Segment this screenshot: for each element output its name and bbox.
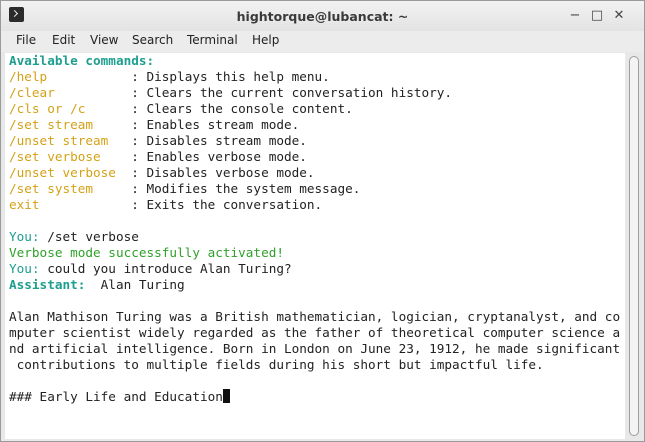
vertical-scrollbar[interactable] bbox=[627, 53, 641, 439]
command-row: /set stream : Enables stream mode. bbox=[9, 117, 299, 133]
command-row: /cls or /c : Clears the console content. bbox=[9, 101, 353, 117]
command-row: /set verbose : Enables verbose mode. bbox=[9, 149, 307, 165]
response-heading-line: ### Early Life and Education bbox=[9, 389, 230, 405]
command-desc: : Clears the current conversation histor… bbox=[131, 85, 453, 100]
command-row: /unset verbose : Disables verbose mode. bbox=[9, 165, 315, 181]
menu-edit[interactable]: Edit bbox=[52, 33, 75, 47]
command-desc: : Enables verbose mode. bbox=[131, 149, 307, 164]
command-name: /unset verbose bbox=[9, 165, 132, 180]
menu-bar: File Edit View Search Terminal Help bbox=[1, 31, 644, 52]
command-row: /clear : Clears the current conversation… bbox=[9, 85, 452, 101]
response-paragraph-line: nd artificial intelligence. Born in Lond… bbox=[9, 341, 621, 356]
minimize-icon[interactable]: − bbox=[567, 8, 583, 24]
response-heading: ### Early Life and Education bbox=[9, 389, 223, 404]
terminal-window: hightorque@lubancat: ~ − □ ✕ File Edit V… bbox=[0, 0, 645, 442]
title-bar[interactable]: hightorque@lubancat: ~ − □ ✕ bbox=[1, 1, 644, 31]
user-input-line: You: could you introduce Alan Turing? bbox=[9, 261, 292, 277]
command-name: /help bbox=[9, 69, 132, 84]
user-input-line: You: /set verbose bbox=[9, 229, 139, 245]
close-icon[interactable]: ✕ bbox=[611, 8, 627, 24]
user-input-text: /set verbose bbox=[39, 229, 139, 244]
command-name: /unset stream bbox=[9, 133, 132, 148]
menu-view[interactable]: View bbox=[90, 33, 118, 47]
command-name: /set stream bbox=[9, 117, 132, 132]
command-name: exit bbox=[9, 197, 132, 212]
terminal-output[interactable]: Available commands: /help : Displays thi… bbox=[5, 53, 625, 439]
menu-help[interactable]: Help bbox=[252, 33, 279, 47]
command-desc: : Displays this help menu. bbox=[131, 69, 330, 84]
command-desc: : Exits the conversation. bbox=[131, 197, 323, 212]
command-row: /help : Displays this help menu. bbox=[9, 69, 330, 85]
menu-search[interactable]: Search bbox=[132, 33, 173, 47]
menu-terminal[interactable]: Terminal bbox=[187, 33, 238, 47]
response-paragraph-line: contributions to multiple fields during … bbox=[9, 357, 544, 372]
command-row: exit : Exits the conversation. bbox=[9, 197, 322, 213]
command-name: /set system bbox=[9, 181, 132, 196]
user-input-text: could you introduce Alan Turing? bbox=[39, 261, 292, 276]
scrollbar-thumb[interactable] bbox=[629, 56, 639, 436]
you-prompt-label: You: bbox=[9, 261, 40, 276]
maximize-icon[interactable]: □ bbox=[589, 8, 605, 24]
verbose-success-message: Verbose mode successfully activated! bbox=[9, 245, 284, 260]
response-paragraph-line: mputer scientist widely regarded as the … bbox=[9, 325, 621, 340]
command-name: /set verbose bbox=[9, 149, 132, 164]
window-title: hightorque@lubancat: ~ bbox=[236, 9, 409, 24]
command-row: /set system : Modifies the system messag… bbox=[9, 181, 360, 197]
command-name: /cls or /c bbox=[9, 101, 132, 116]
command-desc: : Disables verbose mode. bbox=[131, 165, 315, 180]
command-desc: : Clears the console content. bbox=[131, 101, 353, 116]
available-commands-header: Available commands: bbox=[9, 53, 155, 68]
command-name: /clear bbox=[9, 85, 132, 100]
response-paragraph-line: Alan Mathison Turing was a British mathe… bbox=[9, 309, 621, 324]
assistant-line: Assistant: Alan Turing bbox=[9, 277, 185, 293]
menu-file[interactable]: File bbox=[16, 33, 36, 47]
command-desc: : Modifies the system message. bbox=[131, 181, 361, 196]
text-cursor bbox=[222, 389, 230, 403]
assistant-label: Assistant: bbox=[9, 277, 86, 292]
command-desc: : Enables stream mode. bbox=[131, 117, 300, 132]
assistant-response-title: Alan Turing bbox=[85, 277, 185, 292]
you-prompt-label: You: bbox=[9, 229, 40, 244]
command-row: /unset stream : Disables stream mode. bbox=[9, 133, 307, 149]
command-desc: : Disables stream mode. bbox=[131, 133, 307, 148]
